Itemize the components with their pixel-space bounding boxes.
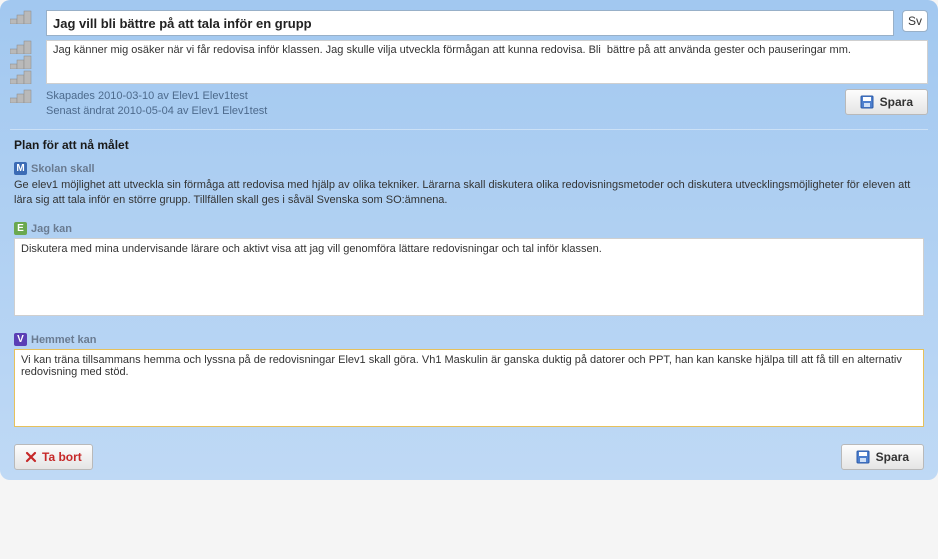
save-icon [860,95,874,109]
stair-icon [10,55,34,69]
meta-info: Skapades 2010-03-10 av Elev1 Elev1test S… [46,89,267,119]
modified-text: Senast ändrat 2010-05-04 av Elev1 Elev1t… [46,104,267,119]
section-skolan: M Skolan skall Ge elev1 möjlighet att ut… [14,162,924,208]
section-hemmet: V Hemmet kan [14,333,924,430]
save-button-top[interactable]: Spara [845,89,928,115]
section-label-skolan: Skolan skall [31,163,95,175]
stair-icon [10,70,34,84]
stair-icon [10,40,34,54]
badge-v-icon: V [14,333,27,346]
goal-title-input[interactable] [46,10,894,36]
plan-heading: Plan för att nå målet [14,138,924,152]
delete-label: Ta bort [42,450,82,464]
goal-description-textarea[interactable] [46,40,928,84]
stair-icon [10,89,34,103]
badge-e-icon: E [14,222,27,235]
save-icon [856,450,870,464]
badge-m-icon: M [14,162,27,175]
section-jag: E Jag kan [14,222,924,319]
section-label-jag: Jag kan [31,223,72,235]
save-button-bottom[interactable]: Spara [841,444,924,470]
skolan-text: Ge elev1 möjlighet att utveckla sin förm… [14,178,924,208]
divider [10,129,928,130]
language-badge[interactable]: Sv [902,10,928,32]
jag-textarea[interactable] [14,238,924,316]
save-label: Spara [876,450,909,464]
created-text: Skapades 2010-03-10 av Elev1 Elev1test [46,89,267,104]
delete-button[interactable]: Ta bort [14,444,93,470]
hemmet-textarea[interactable] [14,349,924,427]
stair-icon [10,10,34,24]
close-icon [25,451,37,463]
section-label-hemmet: Hemmet kan [31,334,96,346]
save-label: Spara [880,95,913,109]
